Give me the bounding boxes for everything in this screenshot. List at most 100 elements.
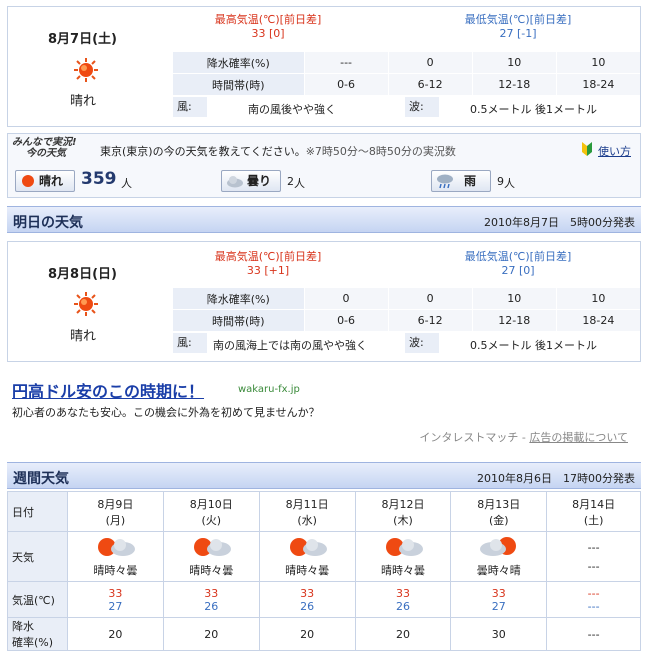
day-cell: 8月10日 (火) xyxy=(162,491,260,532)
rain-icon xyxy=(437,174,453,189)
temp-low: 27 xyxy=(491,599,506,613)
weather-text: --- xyxy=(587,559,600,573)
sun-cloud-icon xyxy=(385,538,423,556)
day-date: 8月13日 xyxy=(477,497,521,511)
time-label: 時間帯(時) xyxy=(173,73,305,96)
vote-label: 晴れ xyxy=(39,174,64,188)
temp-low: 26 xyxy=(300,599,315,613)
cloud-sun-icon xyxy=(479,537,516,556)
vote-rain-button[interactable]: 雨 xyxy=(431,170,491,192)
vote-sunny-button[interactable]: 晴れ xyxy=(15,170,75,192)
day-of-week: (金) xyxy=(489,513,509,527)
time-value: 6-12 xyxy=(387,309,473,332)
time-value: 6-12 xyxy=(387,73,473,96)
day-cell: 8月13日 (金) xyxy=(450,491,548,532)
temp-high: 33 xyxy=(204,586,219,600)
time-value: 0-6 xyxy=(303,309,389,332)
day-of-week: (木) xyxy=(393,513,413,527)
weather-text: 晴時々曇 xyxy=(380,564,425,577)
weather-cell: 晴時々曇 xyxy=(258,531,356,582)
live-report-prompt: 東京(東京)の今の天気を教えてください。※7時50分～8時50分の実況数 xyxy=(100,143,456,159)
temp-high: --- xyxy=(587,586,600,600)
weather-cell: 晴時々曇 xyxy=(354,531,452,582)
temp-high: 33 xyxy=(395,586,410,600)
day-cell: 8月12日 (木) xyxy=(354,491,452,532)
ad-footer-sep: - xyxy=(518,431,530,444)
tomorrow-high-label: 最高気温(℃)[前日差] xyxy=(214,250,322,263)
vote-cloudy-button[interactable]: 曇り xyxy=(221,170,281,192)
precip-label: 降水確率(%) xyxy=(173,52,305,74)
weather-text: 晴時々曇 xyxy=(189,564,234,577)
day-of-week: (月) xyxy=(105,513,126,527)
sun-cloud-icon xyxy=(290,538,328,556)
temp-cell: --- --- xyxy=(546,581,641,618)
day-cell: 8月14日 (土) xyxy=(546,491,641,532)
tomorrow-high-value: 33 [+1] xyxy=(246,264,290,277)
time-value: 0-6 xyxy=(303,73,389,96)
weather-text: --- xyxy=(587,540,600,554)
time-value: 12-18 xyxy=(471,309,557,332)
precip-value: 0 xyxy=(387,288,473,310)
precip-value: 10 xyxy=(471,288,557,310)
precip-value: 0 xyxy=(303,288,389,310)
vote-count: 2 xyxy=(287,175,294,188)
ad-info-link[interactable]: 広告の掲載について xyxy=(529,431,628,444)
weather-cell: 晴時々曇 xyxy=(162,531,260,582)
precip-label-line2: 確率(%) xyxy=(12,636,54,649)
beginner-mark-icon xyxy=(582,142,592,156)
day-date: 8月9日 xyxy=(97,497,134,511)
sunny-icon xyxy=(74,292,98,316)
temp-cell: 33 27 xyxy=(67,581,164,618)
day-date: 8月10日 xyxy=(189,497,233,511)
day-date: 8月14日 xyxy=(572,497,616,511)
prompt-note: ※7時50分～8時50分の実況数 xyxy=(305,145,456,158)
wind-label: 風: xyxy=(173,333,207,353)
ad-domain: wakaru-fx.jp xyxy=(238,384,300,395)
ad-network-label: インタレストマッチ xyxy=(419,431,519,444)
precip-cell: 20 xyxy=(67,617,164,651)
precip-value: 0 xyxy=(387,52,473,74)
precip-cell: 20 xyxy=(162,617,260,651)
wave-label: 波: xyxy=(405,333,439,353)
day-cell: 8月9日 (月) xyxy=(67,491,164,532)
weather-text: 曇時々晴 xyxy=(476,564,521,577)
section-title: 明日の天気 xyxy=(13,215,83,231)
ad-title-link[interactable]: 円高ドル安のこの時期に！ xyxy=(12,378,204,402)
day-of-week: (土) xyxy=(583,513,604,527)
today-date: 8月7日(土) xyxy=(48,32,117,47)
logo-line-1: みんなで実況! xyxy=(12,137,77,148)
temp-high: 33 xyxy=(108,586,123,600)
precip-label-line1: 降水 xyxy=(12,620,34,633)
today-low-value: 27 [-1] xyxy=(499,27,537,40)
day-date: 8月12日 xyxy=(381,497,425,511)
ad-footer: インタレストマッチ - 広告の掲載について xyxy=(419,429,628,445)
wave-text: 0.5メートル 後1メートル xyxy=(470,339,597,352)
row-label-temp: 気温(℃) xyxy=(7,581,68,618)
wind-label: 風: xyxy=(173,97,207,117)
precip-value: --- xyxy=(303,52,389,74)
temp-cell: 33 27 xyxy=(450,581,548,618)
today-precip-table: 降水確率(%) --- 0 10 10 時間帯(時) 0-6 6-12 12-1… xyxy=(173,52,640,96)
tomorrow-forecast-card: 8月8日(日) 晴れ 最高気温(℃)[前日差] 33 [+1] 最低気温(℃)[… xyxy=(7,241,641,362)
time-value: 18-24 xyxy=(555,309,640,332)
vote-unit: 人 xyxy=(294,177,305,190)
sunny-icon xyxy=(22,175,34,187)
wave-label: 波: xyxy=(405,97,439,117)
today-high-value: 33 [0] xyxy=(251,27,285,40)
logo-line-2: 今の天気 xyxy=(26,148,66,159)
vote-count: 9 xyxy=(497,175,504,188)
row-label-date: 日付 xyxy=(7,491,68,532)
tomorrow-date: 8月8日(日) xyxy=(48,267,117,282)
tomorrow-precip-table: 降水確率(%) 0 0 10 10 時間帯(時) 0-6 6-12 12-18 … xyxy=(173,288,640,332)
tomorrow-low-label: 最低気温(℃)[前日差] xyxy=(464,250,572,263)
help-link[interactable]: 使い方 xyxy=(598,143,631,159)
weekly-forecast-table: 日付 8月9日 (月) 8月10日 (火) 8月11日 (水) 8月12日 (木) 8月… xyxy=(7,491,641,651)
temp-high: 33 xyxy=(491,586,506,600)
vote-unit: 人 xyxy=(504,177,515,190)
temp-cell: 33 26 xyxy=(162,581,260,618)
tomorrow-header: 明日の天気 2010年8月7日 5時00分発表 xyxy=(7,206,641,233)
today-low-label: 最低気温(℃)[前日差] xyxy=(464,13,572,26)
day-of-week: (水) xyxy=(297,513,317,527)
weather-cell: --- --- xyxy=(546,531,641,582)
precip-value: 10 xyxy=(471,52,557,74)
